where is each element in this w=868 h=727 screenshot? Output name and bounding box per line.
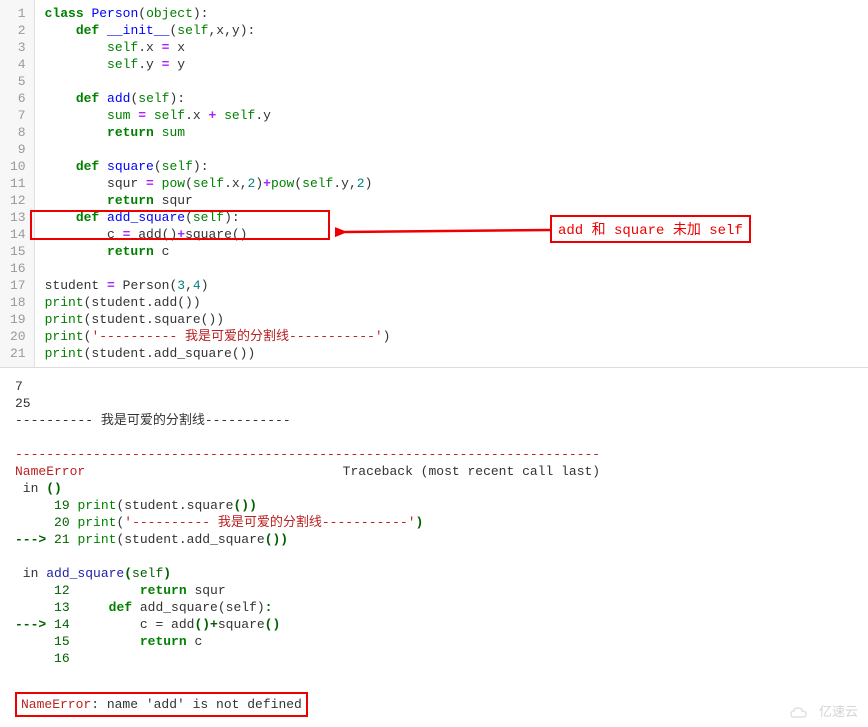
output-line bbox=[15, 429, 853, 446]
line-number: 9 bbox=[10, 141, 26, 158]
line-number: 4 bbox=[10, 56, 26, 73]
line-gutter: 123456789101112131415161718192021 bbox=[0, 0, 35, 367]
code-line: sum = self.x + self.y bbox=[45, 107, 858, 124]
line-number: 2 bbox=[10, 22, 26, 39]
line-number: 14 bbox=[10, 226, 26, 243]
line-number: 17 bbox=[10, 277, 26, 294]
output-line: ---> 14 c = add()+square() bbox=[15, 616, 853, 633]
output-line: ----------------------------------------… bbox=[15, 446, 853, 463]
line-number: 19 bbox=[10, 311, 26, 328]
line-number: 3 bbox=[10, 39, 26, 56]
code-line: def square(self): bbox=[45, 158, 858, 175]
annotation-box: add 和 square 未加 self bbox=[550, 215, 751, 243]
line-number: 15 bbox=[10, 243, 26, 260]
output-line: ---------- 我是可爱的分割线----------- bbox=[15, 412, 853, 429]
code-line: class Person(object): bbox=[45, 5, 858, 22]
code-line: return c bbox=[45, 243, 858, 260]
output-line: 13 def add_square(self): bbox=[15, 599, 853, 616]
code-line: print(student.add_square()) bbox=[45, 345, 858, 362]
line-number: 7 bbox=[10, 107, 26, 124]
line-number: 6 bbox=[10, 90, 26, 107]
code-line: def add(self): bbox=[45, 90, 858, 107]
line-number: 18 bbox=[10, 294, 26, 311]
line-number: 12 bbox=[10, 192, 26, 209]
line-number: 5 bbox=[10, 73, 26, 90]
output-line: in add_square(self) bbox=[15, 565, 853, 582]
code-line: print(student.add()) bbox=[45, 294, 858, 311]
output-line bbox=[15, 548, 853, 565]
code-line: return sum bbox=[45, 124, 858, 141]
code-line: self.x = x bbox=[45, 39, 858, 56]
output-line: 7 bbox=[15, 378, 853, 395]
code-editor: 123456789101112131415161718192021 class … bbox=[0, 0, 868, 368]
output-line bbox=[15, 667, 853, 684]
code-line: def __init__(self,x,y): bbox=[45, 22, 858, 39]
code-line bbox=[45, 260, 858, 277]
output-line: 20 print('---------- 我是可爱的分割线-----------… bbox=[15, 514, 853, 531]
code-line bbox=[45, 141, 858, 158]
output-line: 16 bbox=[15, 650, 853, 667]
error-highlight-box: NameError: name 'add' is not defined bbox=[15, 692, 308, 717]
line-number: 10 bbox=[10, 158, 26, 175]
line-number: 8 bbox=[10, 124, 26, 141]
output-line: in () bbox=[15, 480, 853, 497]
output-line: 19 print(student.square()) bbox=[15, 497, 853, 514]
code-line: squr = pow(self.x,2)+pow(self.y,2) bbox=[45, 175, 858, 192]
code-line: student = Person(3,4) bbox=[45, 277, 858, 294]
watermark-logo: 亿速云 bbox=[789, 701, 858, 721]
output-line: 25 bbox=[15, 395, 853, 412]
code-line: return squr bbox=[45, 192, 858, 209]
line-number: 16 bbox=[10, 260, 26, 277]
line-number: 21 bbox=[10, 345, 26, 362]
output-line: NameError Traceback (most recent call la… bbox=[15, 463, 853, 480]
code-line: print('---------- 我是可爱的分割线-----------') bbox=[45, 328, 858, 345]
output-line: 15 return c bbox=[15, 633, 853, 650]
code-line: self.y = y bbox=[45, 56, 858, 73]
line-number: 1 bbox=[10, 5, 26, 22]
output-line: ---> 21 print(student.add_square()) bbox=[15, 531, 853, 548]
code-line: print(student.square()) bbox=[45, 311, 858, 328]
line-number: 20 bbox=[10, 328, 26, 345]
code-area: class Person(object): def __init__(self,… bbox=[35, 0, 868, 367]
code-line bbox=[45, 73, 858, 90]
line-number: 11 bbox=[10, 175, 26, 192]
output-area: 725---------- 我是可爱的分割线----------- ------… bbox=[0, 368, 868, 727]
output-line: 12 return squr bbox=[15, 582, 853, 599]
line-number: 13 bbox=[10, 209, 26, 226]
